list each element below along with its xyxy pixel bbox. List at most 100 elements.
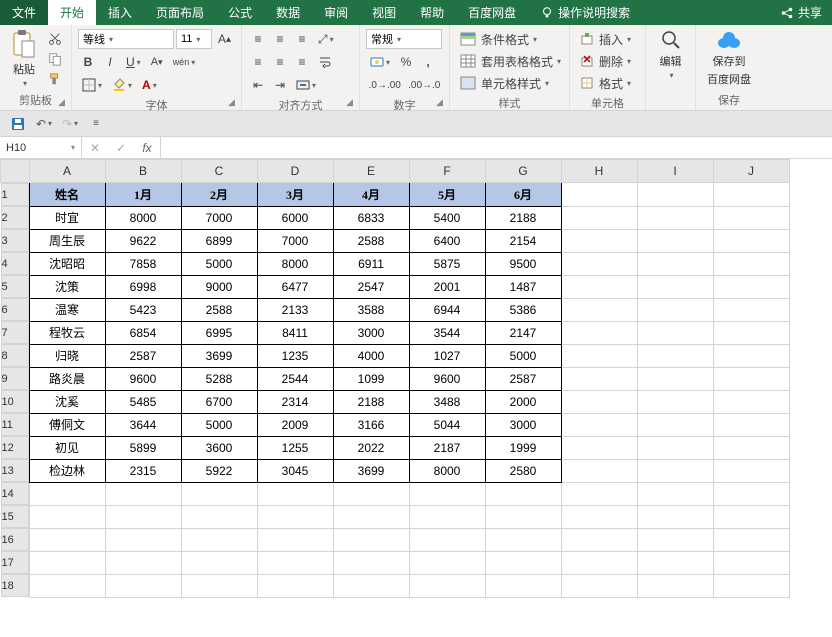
- italic-button[interactable]: I: [100, 52, 120, 72]
- cell[interactable]: [181, 482, 257, 505]
- cell[interactable]: [561, 321, 637, 344]
- cell[interactable]: [257, 482, 333, 505]
- cell[interactable]: [637, 528, 713, 551]
- cell[interactable]: [29, 551, 105, 574]
- cell[interactable]: 9622: [105, 229, 181, 252]
- cell[interactable]: 2188: [485, 206, 561, 229]
- tab-help[interactable]: 帮助: [408, 0, 456, 25]
- cell[interactable]: [105, 528, 181, 551]
- cell[interactable]: 2588: [333, 229, 409, 252]
- tab-review[interactable]: 审阅: [312, 0, 360, 25]
- align-middle-button[interactable]: ≡: [270, 29, 290, 49]
- cell[interactable]: 5423: [105, 298, 181, 321]
- cell[interactable]: [637, 436, 713, 459]
- cell[interactable]: [105, 505, 181, 528]
- align-right-button[interactable]: ≡: [292, 52, 312, 72]
- increase-decimal-button[interactable]: .0→.00: [366, 75, 404, 95]
- cell[interactable]: 2588: [181, 298, 257, 321]
- baidu-save-button[interactable]: 保存到 百度网盘: [702, 29, 756, 87]
- cell[interactable]: 2月: [181, 183, 257, 207]
- cell[interactable]: 周生辰: [29, 229, 105, 252]
- cell[interactable]: 6700: [181, 390, 257, 413]
- enter-button[interactable]: ✓: [108, 141, 134, 155]
- underline-button[interactable]: U▾: [122, 52, 145, 72]
- cell[interactable]: [105, 574, 181, 597]
- cell[interactable]: [561, 252, 637, 275]
- cell[interactable]: 归晓: [29, 344, 105, 367]
- comma-button[interactable]: ,: [418, 52, 438, 72]
- cell[interactable]: [637, 229, 713, 252]
- cell[interactable]: 3588: [333, 298, 409, 321]
- cell[interactable]: [29, 505, 105, 528]
- cell[interactable]: 2187: [409, 436, 485, 459]
- cell[interactable]: 2315: [105, 459, 181, 482]
- cell[interactable]: 1487: [485, 275, 561, 298]
- cell[interactable]: [561, 367, 637, 390]
- table-format-button[interactable]: 套用表格格式▾: [456, 51, 566, 71]
- cell[interactable]: 7000: [181, 206, 257, 229]
- cell[interactable]: [181, 551, 257, 574]
- cell[interactable]: 6000: [257, 206, 333, 229]
- cell[interactable]: 6400: [409, 229, 485, 252]
- cell[interactable]: [485, 482, 561, 505]
- cell[interactable]: 6854: [105, 321, 181, 344]
- cell[interactable]: [257, 574, 333, 597]
- cell[interactable]: [409, 574, 485, 597]
- cell[interactable]: [637, 482, 713, 505]
- row-header[interactable]: 2: [1, 206, 29, 229]
- cell[interactable]: [181, 574, 257, 597]
- cell[interactable]: 6911: [333, 252, 409, 275]
- cell[interactable]: [257, 505, 333, 528]
- cell[interactable]: [637, 574, 713, 597]
- cell[interactable]: 3699: [181, 344, 257, 367]
- decrease-font-button[interactable]: A▾: [147, 52, 167, 72]
- row-header[interactable]: 17: [1, 551, 29, 574]
- cell[interactable]: 5386: [485, 298, 561, 321]
- cell[interactable]: 2022: [333, 436, 409, 459]
- cell[interactable]: 2544: [257, 367, 333, 390]
- tab-insert[interactable]: 插入: [96, 0, 144, 25]
- cell[interactable]: [333, 505, 409, 528]
- cell[interactable]: [713, 321, 789, 344]
- cell[interactable]: [105, 551, 181, 574]
- cell[interactable]: [29, 528, 105, 551]
- column-header[interactable]: I: [637, 160, 713, 183]
- name-box[interactable]: H10▾: [0, 137, 82, 158]
- cell[interactable]: 初见: [29, 436, 105, 459]
- cell[interactable]: [713, 413, 789, 436]
- cell[interactable]: [637, 206, 713, 229]
- fill-color-button[interactable]: ▾: [108, 75, 136, 95]
- copy-button[interactable]: [44, 49, 66, 69]
- cell[interactable]: 1999: [485, 436, 561, 459]
- tab-start[interactable]: 开始: [48, 0, 96, 25]
- cell[interactable]: 3月: [257, 183, 333, 207]
- cell[interactable]: [713, 505, 789, 528]
- redo-button[interactable]: ↷▾: [60, 114, 80, 134]
- cell[interactable]: [561, 505, 637, 528]
- cell[interactable]: [29, 482, 105, 505]
- tab-data[interactable]: 数据: [264, 0, 312, 25]
- conditional-format-button[interactable]: 条件格式▾: [456, 29, 566, 49]
- cell[interactable]: 8000: [257, 252, 333, 275]
- cancel-button[interactable]: ✕: [82, 141, 108, 155]
- align-center-button[interactable]: ≡: [270, 52, 290, 72]
- cell[interactable]: 5288: [181, 367, 257, 390]
- cell[interactable]: [713, 229, 789, 252]
- column-header[interactable]: A: [29, 160, 105, 183]
- cell[interactable]: 程牧云: [29, 321, 105, 344]
- cell[interactable]: 3045: [257, 459, 333, 482]
- cell[interactable]: [409, 505, 485, 528]
- cell[interactable]: 5485: [105, 390, 181, 413]
- cell[interactable]: 4月: [333, 183, 409, 207]
- cell[interactable]: [561, 229, 637, 252]
- cell[interactable]: [409, 551, 485, 574]
- cell[interactable]: [333, 528, 409, 551]
- cell[interactable]: 傅侗文: [29, 413, 105, 436]
- cell[interactable]: [257, 551, 333, 574]
- save-button[interactable]: [8, 114, 28, 134]
- row-header[interactable]: 4: [1, 252, 29, 275]
- cell[interactable]: 沈策: [29, 275, 105, 298]
- decrease-decimal-button[interactable]: .00→.0: [406, 75, 444, 95]
- number-format-select[interactable]: 常规▾: [366, 29, 442, 49]
- column-header[interactable]: D: [257, 160, 333, 183]
